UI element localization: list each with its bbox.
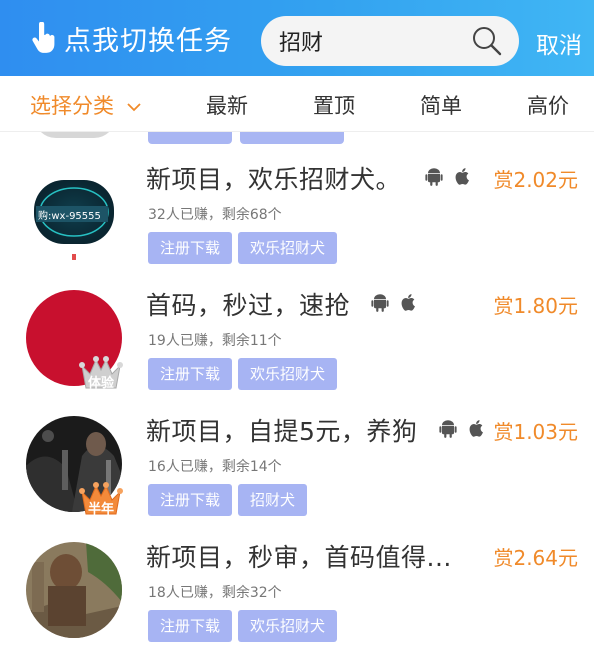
search-icon[interactable] <box>471 25 503 57</box>
reward-amount: 赏2.64元 <box>493 546 578 570</box>
avatar: 购:wx-95555 <box>26 164 122 260</box>
badge-label: 体验 <box>87 376 114 391</box>
switch-task-button[interactable]: 点我切换任务 <box>30 18 232 58</box>
apple-icon <box>455 168 469 185</box>
top-bar: 点我切换任务 取消 <box>0 0 594 76</box>
cancel-button[interactable]: 取消 <box>536 26 582 60</box>
switch-task-label: 点我切换任务 <box>64 25 232 57</box>
avatar-caption: 购:wx-95555 <box>38 211 101 222</box>
tag <box>148 132 232 144</box>
filter-category[interactable]: 选择分类 <box>30 90 141 120</box>
filter-latest[interactable]: 最新 <box>206 90 248 120</box>
task-stats: 16人已赚，剩余14个 <box>148 459 282 475</box>
task-title: 首码，秒过，速抢 <box>146 291 351 320</box>
list-item[interactable]: 半年 新项目，自提5元，养狗 赏1.03元 16人已赚，剩余14个 注册下载 招… <box>0 410 594 536</box>
task-stats: 19人已赚，剩余11个 <box>148 333 282 349</box>
task-title: 新项目，秒审，首码值得... <box>146 543 452 572</box>
apple-icon <box>469 420 483 437</box>
task-list[interactable]: 购:wx-95555 新项目，欢乐招财犬。 赏2.02元 32人已赚，剩余68个… <box>0 132 594 650</box>
hand-pointer-icon <box>32 22 55 53</box>
badge: 半年 <box>78 478 124 518</box>
chevron-down-icon <box>127 103 141 112</box>
tag: 注册下载 <box>148 358 233 390</box>
tag: 欢乐招财犬 <box>238 358 338 390</box>
tag: 招财犬 <box>238 484 308 516</box>
search-input[interactable] <box>279 28 459 54</box>
tag-list: 注册下载 欢乐招财犬 <box>148 232 343 264</box>
avatar <box>34 132 116 138</box>
task-stats: 18人已赚，剩余32个 <box>148 585 282 601</box>
tag: 注册下载 <box>148 232 233 264</box>
android-icon <box>371 294 389 312</box>
tag: 注册下载 <box>148 610 233 642</box>
tag: 注册下载 <box>148 484 233 516</box>
badge: 体验 <box>78 352 124 392</box>
platform-icons <box>438 418 496 438</box>
reward-amount: 赏1.03元 <box>493 420 578 444</box>
tag-list: 注册下载 招财犬 <box>148 484 313 516</box>
badge-label: 半年 <box>87 502 114 517</box>
avatar-image <box>26 542 122 638</box>
android-icon <box>439 420 457 438</box>
avatar <box>26 542 122 638</box>
filter-bar: 选择分类 最新 置顶 简单 高价 <box>0 76 594 132</box>
platform-icons <box>424 166 482 186</box>
list-item[interactable]: 体验 首码，秒过，速抢 赏1.80元 19人已赚，剩余11个 注册下载 欢乐招财… <box>0 284 594 410</box>
tag <box>240 132 344 144</box>
filter-simple[interactable]: 简单 <box>420 90 462 120</box>
platform-icons <box>370 292 428 312</box>
search-box[interactable] <box>261 16 519 66</box>
tag-list: 注册下载 欢乐招财犬 <box>148 610 343 642</box>
task-title: 新项目，自提5元，养狗 <box>146 417 418 446</box>
tag-list: 注册下载 欢乐招财犬 <box>148 358 343 390</box>
reward-amount: 赏2.02元 <box>493 168 578 192</box>
list-item[interactable]: 新项目，秒审，首码值得... 赏2.64元 18人已赚，剩余32个 注册下载 欢… <box>0 536 594 650</box>
partial-list-item <box>0 132 594 144</box>
filter-pinned[interactable]: 置顶 <box>313 90 355 120</box>
filter-high-price[interactable]: 高价 <box>527 90 569 120</box>
android-icon <box>425 168 443 186</box>
task-stats: 32人已赚，剩余68个 <box>148 207 282 223</box>
task-title: 新项目，欢乐招财犬。 <box>146 165 402 194</box>
filter-category-label: 选择分类 <box>30 94 114 118</box>
reward-amount: 赏1.80元 <box>493 294 578 318</box>
tag: 欢乐招财犬 <box>238 610 338 642</box>
apple-icon <box>401 294 415 311</box>
list-item[interactable]: 购:wx-95555 新项目，欢乐招财犬。 赏2.02元 32人已赚，剩余68个… <box>0 158 594 284</box>
tag: 欢乐招财犬 <box>238 232 338 264</box>
